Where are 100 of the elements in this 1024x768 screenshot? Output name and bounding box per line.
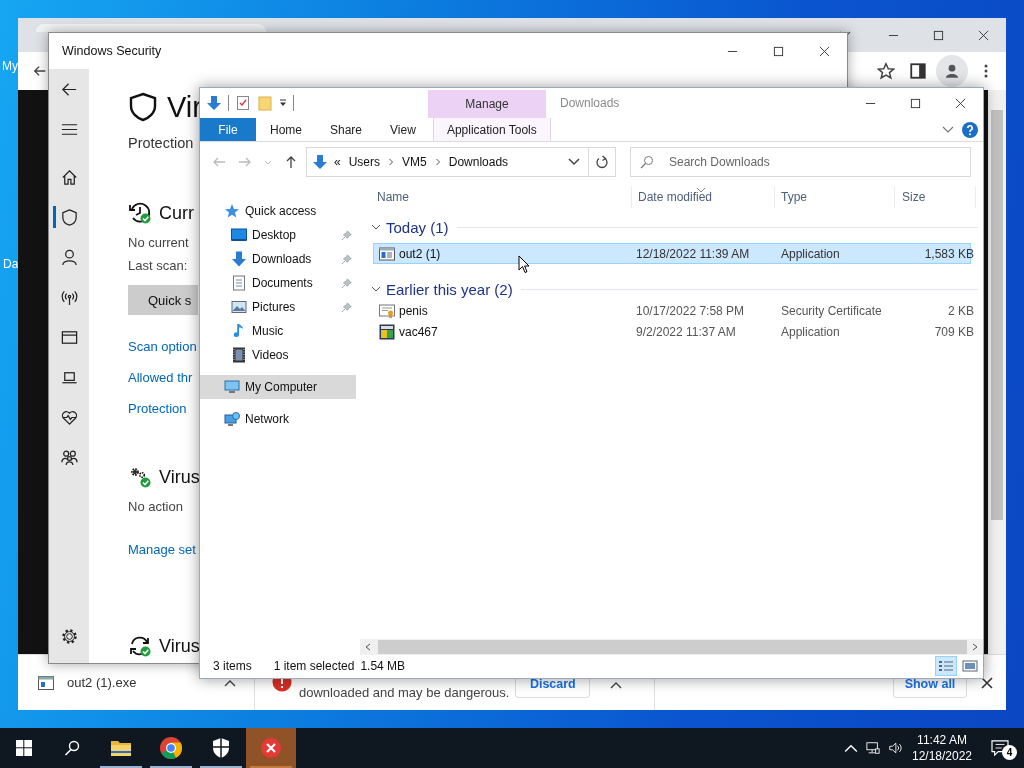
settings-link[interactable]: Allowed thr xyxy=(128,362,197,393)
close-icon[interactable] xyxy=(981,676,993,689)
breadcrumb[interactable]: VM5 xyxy=(398,155,431,169)
column-header[interactable]: Size xyxy=(895,186,976,208)
film-icon xyxy=(231,347,247,363)
navigation-item[interactable]: Quick access xyxy=(200,199,356,223)
search-icon xyxy=(64,740,80,756)
program-icon xyxy=(379,323,395,340)
column-header[interactable]: Name xyxy=(371,186,632,208)
maximize-icon xyxy=(910,97,921,109)
caret-icon[interactable] xyxy=(610,681,623,689)
window-title: Downloads xyxy=(560,96,620,110)
sort-caret-icon xyxy=(696,187,706,193)
address-bar[interactable]: « Users VM5 Downloads xyxy=(306,147,589,177)
page-heading: Vir xyxy=(167,90,202,124)
selection-status: 1 item selected xyxy=(273,659,355,673)
page-subtitle: Protection xyxy=(128,135,194,151)
network-icon[interactable] xyxy=(866,741,880,755)
file-name: penis xyxy=(399,303,428,318)
navigation-item[interactable]: Pictures xyxy=(200,295,356,319)
navigation-item[interactable]: Desktop xyxy=(200,223,356,247)
date-cell-text: 12/18/2022 11:39 AM xyxy=(635,246,751,261)
scroll-right-icon[interactable] xyxy=(971,643,979,651)
ribbon-tab[interactable]: File xyxy=(200,118,256,141)
navigation-item[interactable]: Downloads xyxy=(200,247,356,271)
navigation-item[interactable]: Network xyxy=(200,407,356,431)
navigation-item[interactable]: Documents xyxy=(200,271,356,295)
up-arrow-icon[interactable] xyxy=(284,155,298,169)
file-name: vac467 xyxy=(399,324,438,339)
search-field[interactable]: Search Downloads xyxy=(630,147,971,177)
scroll-left-icon[interactable] xyxy=(364,643,372,651)
desktop-icon xyxy=(231,227,247,243)
clock-date[interactable]: 12/18/2022 xyxy=(911,748,973,764)
selection-size: 1.54 MB xyxy=(360,659,406,673)
status-text: No action xyxy=(128,498,183,516)
type-cell-text: Security Certificate xyxy=(780,303,883,318)
caret-icon[interactable] xyxy=(224,678,236,687)
breadcrumb-overflow[interactable]: « xyxy=(332,155,345,169)
dropdown-icon[interactable] xyxy=(279,99,287,107)
settings-icon xyxy=(59,626,79,646)
network-icon xyxy=(224,411,240,427)
status-icon xyxy=(128,465,152,489)
notification-count-badge: 4 xyxy=(1002,745,1017,760)
back-arrow-icon[interactable] xyxy=(33,64,47,78)
checklist-icon[interactable] xyxy=(235,95,251,111)
size-cell-text: 709 KB xyxy=(933,324,975,339)
person-icon xyxy=(943,62,961,80)
status-text: No current xyxy=(128,234,189,252)
volume-icon[interactable] xyxy=(888,741,902,755)
navigation-item[interactable]: Music xyxy=(200,319,356,343)
column-header[interactable]: Date modified xyxy=(632,186,775,208)
person-icon xyxy=(59,247,79,267)
certificate-icon xyxy=(379,302,395,319)
horizontal-scrollbar[interactable] xyxy=(360,639,983,655)
scan-button[interactable]: Quick s xyxy=(128,285,198,315)
ribbon-tab[interactable]: Application Tools xyxy=(432,118,551,141)
breadcrumb[interactable]: Users xyxy=(344,155,385,169)
clock-time[interactable]: 11:42 AM xyxy=(917,732,967,748)
settings-link[interactable]: Protection xyxy=(128,393,197,424)
error-icon xyxy=(259,736,283,760)
download-file-name[interactable]: out2 (1).exe xyxy=(67,675,137,690)
discard-button[interactable]: Discard xyxy=(515,678,591,698)
group-header[interactable]: Earlier this year (2) xyxy=(386,280,513,298)
settings-link[interactable]: Manage set xyxy=(128,534,196,565)
date-cell-text: 10/17/2022 7:58 PM xyxy=(635,303,746,318)
picture-icon xyxy=(231,299,247,315)
section-heading: Curr xyxy=(159,202,194,224)
profile-button[interactable] xyxy=(936,55,968,87)
ribbon-tab[interactable]: Home xyxy=(256,118,316,141)
show-all-button[interactable]: Show all xyxy=(893,678,967,698)
settings-link[interactable]: Scan option xyxy=(128,331,197,362)
side-panel-icon xyxy=(909,62,927,80)
browser-icon xyxy=(159,736,183,760)
caret-icon[interactable] xyxy=(568,158,580,166)
download-arrow-icon xyxy=(231,251,247,267)
column-header[interactable]: Type xyxy=(775,186,895,208)
section-heading: Virus xyxy=(159,466,200,488)
refresh-button[interactable] xyxy=(589,147,616,177)
list-icon xyxy=(938,660,954,672)
item-count: 3 items xyxy=(213,659,252,673)
group-header[interactable]: Today (1) xyxy=(386,218,449,236)
close-icon xyxy=(818,45,830,57)
expand-ribbon-icon[interactable] xyxy=(942,125,954,134)
scrollbar[interactable] xyxy=(988,90,1006,654)
star-icon xyxy=(877,62,895,80)
details-view-button[interactable] xyxy=(935,656,957,676)
help-icon[interactable] xyxy=(962,121,978,138)
ribbon-tab[interactable]: Share xyxy=(316,118,377,141)
document-icon xyxy=(231,275,247,291)
group-chevron-icon[interactable] xyxy=(371,284,381,294)
navigation-item[interactable]: My Computer xyxy=(200,375,356,399)
breadcrumb[interactable]: Downloads xyxy=(444,155,513,169)
navigation-item[interactable]: Videos xyxy=(200,343,356,367)
notification-icon[interactable] xyxy=(991,740,1009,756)
file-name: out2 (1) xyxy=(399,246,441,261)
download-arrow-icon xyxy=(312,154,328,170)
window-title: Windows Security xyxy=(62,44,162,58)
status-icon xyxy=(128,634,152,658)
group-chevron-icon[interactable] xyxy=(371,222,381,232)
ribbon-tab[interactable]: View xyxy=(376,118,430,141)
